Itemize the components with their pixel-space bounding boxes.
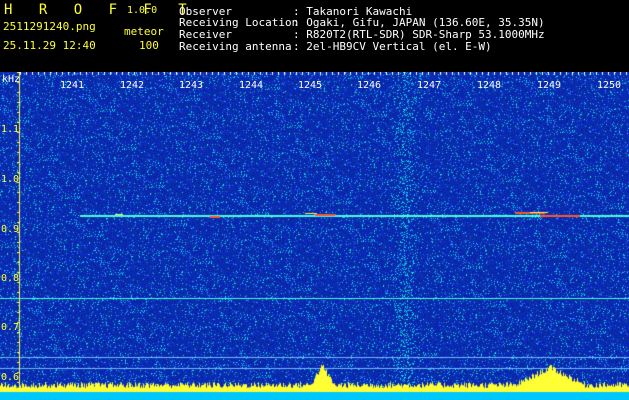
spectrogram-plot xyxy=(0,72,629,400)
file-datetime: 25.11.29 12:40 xyxy=(3,39,96,52)
header-panel: H R O F F T 1.0.0 2511291240.png 25.11.2… xyxy=(0,0,629,72)
app-logo: H R O F F T xyxy=(4,2,196,18)
app-version: 1.0.0 xyxy=(127,5,158,16)
x-tick-label: 1244 xyxy=(239,80,264,91)
x-tick-label: 1243 xyxy=(179,80,204,91)
y-tick-label: 0.9 xyxy=(1,224,20,235)
y-tick-label: 0.7 xyxy=(1,322,20,333)
info-key-antenna: Receiving antenna xyxy=(179,40,292,53)
x-tick-label: 1246 xyxy=(357,80,382,91)
file-name: 2511291240.png xyxy=(3,20,96,33)
y-tick-label: 0.8 xyxy=(1,273,20,284)
x-tick-label: 1242 xyxy=(120,80,145,91)
y-tick-label: 1.1 xyxy=(1,124,20,135)
mode-value: 100 xyxy=(139,39,159,52)
y-tick-label: 1.0 xyxy=(1,174,20,185)
y-axis-unit: kHz xyxy=(2,74,21,85)
info-value-antenna: : 2el-HB9CV Vertical (el. E-W) xyxy=(293,40,492,53)
x-tick-label: 1241 xyxy=(60,80,85,91)
y-tick-label: 0.6 xyxy=(1,372,20,383)
mode-label: meteor xyxy=(124,25,164,38)
x-tick-label: 1248 xyxy=(477,80,502,91)
x-tick-label: 1247 xyxy=(417,80,442,91)
x-tick-label: 1250 xyxy=(597,80,622,91)
x-tick-label: 1245 xyxy=(298,80,323,91)
x-tick-label: 1249 xyxy=(537,80,562,91)
